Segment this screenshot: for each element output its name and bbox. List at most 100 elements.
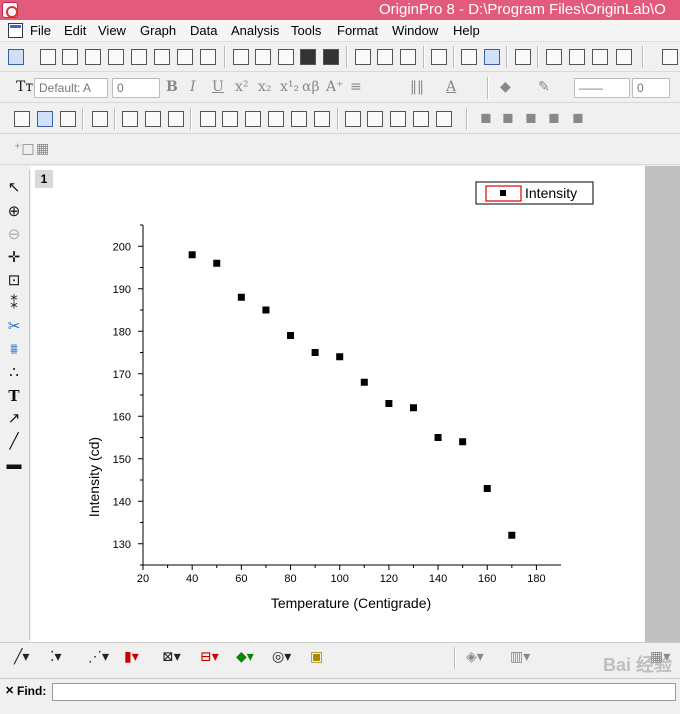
box-plot-icon[interactable]: ⊟▾ [200,649,219,665]
layer-contents-icon[interactable] [345,111,361,127]
ungroup-icon[interactable]: ◼ [525,110,537,126]
new-notes-icon[interactable] [177,49,193,65]
rescale-icon[interactable] [92,111,108,127]
script-window-icon[interactable] [461,49,477,65]
subscript-icon[interactable]: x₂ [258,79,272,95]
line-symbol-plot-icon[interactable]: ⋰▾ [88,649,109,665]
graph-page[interactable]: 20 40 60 80 100 120 140 160 180 130 140 150 160 170 18… [31,166,645,642]
save-template-icon[interactable] [323,49,339,65]
menu-file[interactable]: File [30,23,51,38]
add-right-y-axis-icon[interactable] [245,111,261,127]
scatter-plot-icon[interactable]: ⁚▾ [50,649,61,665]
columns-icon[interactable]: ‖‖ [410,79,424,95]
calculator-icon[interactable] [592,49,608,65]
multi-panel-plot-icon[interactable]: ⊠▾ [162,649,181,665]
new-excel-icon[interactable] [62,49,78,65]
font-color-icon[interactable]: A [446,79,456,95]
group-icon[interactable]: ◼ [502,110,514,126]
open-excel-icon[interactable] [278,49,294,65]
greek-icon[interactable]: αβ [302,79,320,95]
menu-help[interactable]: Help [453,23,480,38]
font-select[interactable]: Default: A [34,78,108,98]
scatter-chart[interactable]: 20 40 60 80 100 120 140 160 180 130 140 150 160 170 18… [31,166,645,642]
add-left-y-axis-icon[interactable] [268,111,284,127]
line-width-select[interactable]: 0 [632,78,670,98]
print-icon[interactable] [431,49,447,65]
gear-icon[interactable] [616,49,632,65]
save-project-icon[interactable] [300,49,316,65]
zoom-in-icon[interactable] [14,111,30,127]
import-single-ascii-icon[interactable] [355,49,371,65]
add-multiple-layers-icon[interactable] [168,111,184,127]
linked-layer-icon[interactable] [291,111,307,127]
layer-table-icon[interactable] [436,111,452,127]
polar-plot-icon[interactable]: ◎▾ [272,649,291,665]
fill-color-icon[interactable]: ◆ [500,79,511,95]
layer-1-tab[interactable]: 1 [35,170,53,188]
document-icon[interactable] [8,23,23,38]
x-axis-title[interactable]: Temperature (Centigrade) [271,595,431,611]
menu-tools[interactable]: Tools [291,23,321,38]
line-style-select[interactable]: —— [574,78,630,98]
open-template-icon[interactable] [255,49,271,65]
add-inset-icon[interactable] [145,111,161,127]
draw-data-icon[interactable]: ∴ [4,363,24,383]
new-project-icon[interactable] [8,49,24,65]
new-graph-icon[interactable] [85,49,101,65]
underline-icon[interactable]: U [212,79,224,95]
origin-app-icon[interactable] [2,2,18,18]
close-icon[interactable]: ✕ [5,684,14,697]
menu-window[interactable]: Window [392,23,438,38]
arrow-tool-icon[interactable]: ↗ [4,409,24,429]
3d-bar-icon[interactable]: ▥▾ [510,649,530,665]
column-plot-icon[interactable]: ▮▾ [124,649,139,665]
superscript-icon[interactable]: x² [235,79,249,95]
font-size-select[interactable]: 0 [112,78,160,98]
supersubscript-icon[interactable]: x¹₂ [280,79,299,95]
contour-plot-icon[interactable]: ◆▾ [236,649,254,665]
new-worksheet-icon[interactable] [40,49,56,65]
menu-analysis[interactable]: Analysis [231,23,279,38]
add-independent-layer-icon[interactable] [314,111,330,127]
refresh-icon[interactable] [662,49,678,65]
3d-plot-icon[interactable]: ◈▾ [466,649,484,665]
menu-format[interactable]: Format [337,23,378,38]
line-plot-icon[interactable]: ╱▾ [14,649,29,665]
results-log-icon[interactable] [546,49,562,65]
data-selector-icon[interactable]: ⁑ [4,294,24,314]
zoom-icon[interactable]: ⊕ [4,202,24,222]
code-builder-icon[interactable] [569,49,585,65]
menu-data[interactable]: Data [190,23,217,38]
add-bottom-x-axis-icon[interactable] [200,111,216,127]
italic-icon[interactable]: I [190,79,196,95]
menu-edit[interactable]: Edit [64,23,86,38]
bold-icon[interactable]: B [166,79,178,95]
new-legend-icon[interactable] [367,111,383,127]
screen-reader-icon[interactable]: ✛ [4,248,24,268]
add-row-icon[interactable]: ▦ [36,141,49,157]
align-icon[interactable]: ≡ [350,79,362,95]
menu-view[interactable]: View [98,23,126,38]
back-icon[interactable]: ◼ [572,110,584,126]
timestamp-icon[interactable] [413,111,429,127]
menu-graph[interactable]: Graph [140,23,176,38]
project-explorer-icon[interactable] [515,49,531,65]
line-tool-icon[interactable]: ╱ [4,432,24,452]
new-matrix-icon[interactable] [108,49,124,65]
import-wizard-icon[interactable] [400,49,416,65]
data-reader-icon[interactable]: ⊡ [4,271,24,291]
color-scale-icon[interactable] [390,111,406,127]
line-color-icon[interactable]: ✎ [538,79,550,95]
zoom-out-tool-icon[interactable]: ⊖ [4,225,24,245]
regional-selector-icon[interactable]: ✂ [4,317,24,337]
zoom-out-icon[interactable] [37,111,53,127]
open-icon[interactable] [233,49,249,65]
import-multiple-ascii-icon[interactable] [377,49,393,65]
template-library-icon[interactable]: ▣ [310,649,323,665]
find-input[interactable] [52,683,676,701]
object-tool-icon[interactable]: ◼ [480,110,492,126]
rectangle-tool-icon[interactable]: ▬ [4,455,24,475]
new-layout-icon[interactable] [154,49,170,65]
front-icon[interactable]: ◼ [548,110,560,126]
new-function-icon[interactable] [131,49,147,65]
